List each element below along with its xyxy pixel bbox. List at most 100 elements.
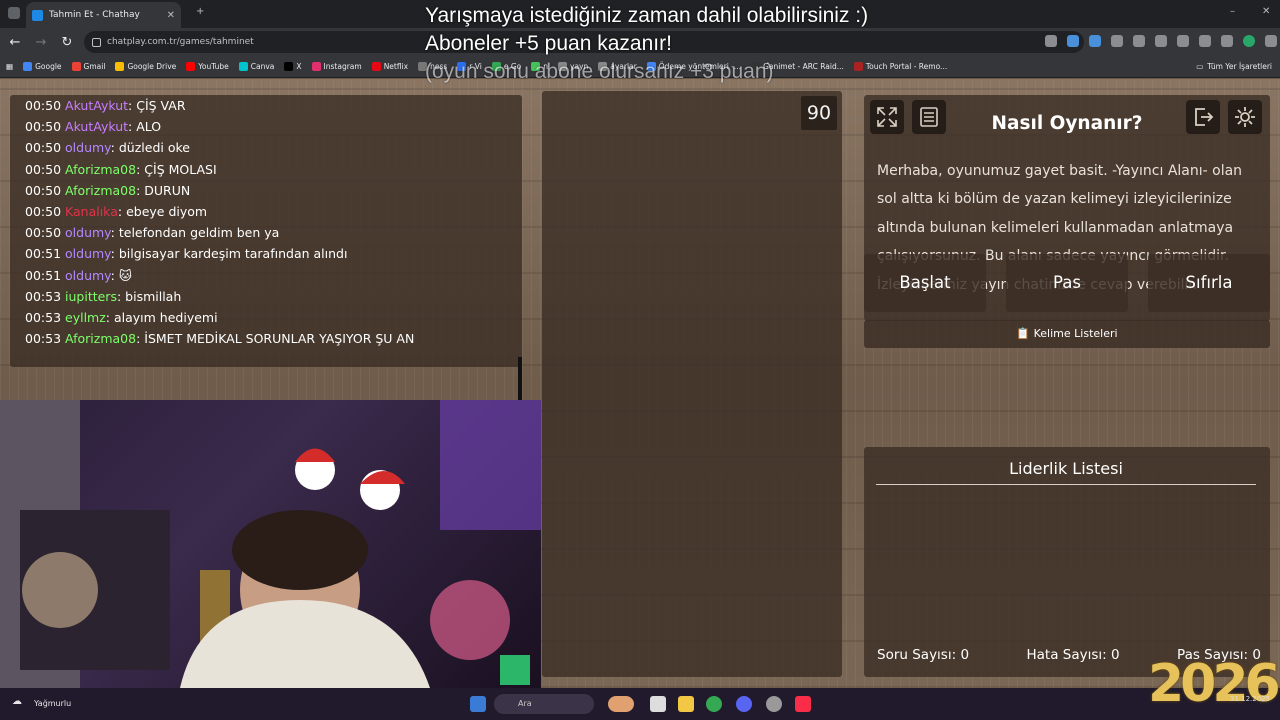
taskbar-search[interactable]: Ara xyxy=(494,694,594,714)
pass-button[interactable]: Pas xyxy=(1006,254,1128,312)
chat-username[interactable]: AkutAykut xyxy=(65,98,128,113)
bookmark-item[interactable]: YouTube xyxy=(186,62,229,71)
chat-message: 00:51 oldumy: 🐱 xyxy=(25,267,132,283)
reset-button[interactable]: Sıfırla xyxy=(1148,254,1270,312)
reload-icon[interactable]: ↻ xyxy=(56,35,78,50)
weather-label[interactable]: Yağmurlu xyxy=(34,699,71,708)
forward-icon[interactable]: → xyxy=(30,35,52,50)
weather-icon[interactable]: ☁ xyxy=(12,696,22,707)
extension-icon[interactable] xyxy=(1199,35,1211,47)
overlay-line-1: Yarışmaya istediğiniz zaman dahil olabil… xyxy=(425,4,869,27)
back-icon[interactable]: ← xyxy=(4,35,26,50)
chat-text: ÇİŞ VAR xyxy=(136,98,186,113)
chat-message: 00:50 oldumy: telefondan geldim ben ya xyxy=(25,225,280,241)
chat-text: İSMET MEDİKAL SORUNLAR YAŞIYOR ŞU AN xyxy=(144,331,415,347)
bookmark-favicon-icon xyxy=(23,62,33,71)
chat-text: bilgisayar kardeşim tarafından alındı xyxy=(118,246,348,262)
start-button[interactable]: Başlat xyxy=(864,254,986,312)
bookmark-item[interactable]: Google xyxy=(23,62,62,71)
chat-username[interactable]: Aforizma08 xyxy=(65,331,136,346)
bookmark-item[interactable]: Netflix xyxy=(371,62,408,71)
chat-text: bismillah xyxy=(125,288,182,304)
chat-username[interactable]: eyllmz xyxy=(65,310,106,325)
chat-timestamp: 00:53 xyxy=(25,310,62,326)
chat-timestamp: 00:50 xyxy=(25,140,62,156)
overlay-line-2: Aboneler +5 puan kazanır! xyxy=(425,32,672,55)
stream-overlay-text: Yarışmaya istediğiniz zaman dahil olabil… xyxy=(425,2,945,86)
settings-gear-icon[interactable] xyxy=(1228,100,1262,134)
chat-text: ÇİŞ MOLASI xyxy=(144,161,217,177)
profile-avatar-icon[interactable] xyxy=(1243,35,1255,47)
chat-text: alayım hediyemi xyxy=(113,310,218,326)
document-icon[interactable] xyxy=(912,100,946,134)
chrome-icon[interactable] xyxy=(706,696,722,712)
extensions-area xyxy=(1045,35,1277,47)
discord-icon[interactable] xyxy=(736,696,752,712)
chat-panel: 00:50 AkutAykut: ÇİŞ VAR 00:50 AkutAykut:… xyxy=(10,95,522,367)
extension-icon[interactable] xyxy=(1067,35,1079,47)
minimize-icon[interactable]: – xyxy=(1230,6,1235,17)
fullscreen-icon[interactable] xyxy=(870,100,904,134)
bookmark-star-icon[interactable] xyxy=(1045,35,1057,47)
chat-message: 00:50 AkutAykut: ALO xyxy=(25,119,162,135)
bookmark-item[interactable]: Gmail xyxy=(71,62,105,71)
bookmark-favicon-icon xyxy=(238,62,248,71)
chat-username[interactable]: Kanalıka xyxy=(65,204,118,219)
music-icon[interactable] xyxy=(795,696,811,712)
bookmark-item[interactable]: Canva xyxy=(238,62,274,71)
all-bookmarks-button[interactable]: ▭ Tüm Yer İşaretleri xyxy=(1196,62,1272,71)
windows-taskbar: ☁ Yağmurlu Ara xyxy=(0,688,1280,720)
chat-message: 00:50 Aforizma08: ÇİŞ MOLASI xyxy=(25,161,217,177)
extension-icon[interactable] xyxy=(1133,35,1145,47)
chat-username[interactable]: oldumy xyxy=(65,225,111,240)
bookmark-item[interactable]: Google Drive xyxy=(115,62,176,71)
bookmark-item[interactable]: Instagram xyxy=(311,62,362,71)
chat-username[interactable]: Aforizma08 xyxy=(65,162,136,177)
bookmark-favicon-icon xyxy=(186,62,196,71)
site-info-icon[interactable] xyxy=(92,37,101,47)
chat-message-list: 00:50 AkutAykut: ÇİŞ VAR 00:50 AkutAykut:… xyxy=(10,95,522,349)
extension-icon[interactable] xyxy=(1221,35,1233,47)
tab-active[interactable]: Tahmin Et - Chathay ✕ xyxy=(26,2,181,28)
bookmark-favicon-icon xyxy=(115,62,125,71)
chat-timestamp: 00:50 xyxy=(25,204,62,220)
exit-icon[interactable] xyxy=(1186,100,1220,134)
system-clock[interactable]: 31.12.2025 xyxy=(1230,694,1270,705)
chat-message: 00:53 eyllmz: alayım hediyemi xyxy=(25,310,218,326)
task-view-icon[interactable] xyxy=(650,696,666,712)
apps-icon[interactable]: ▦ xyxy=(6,62,13,71)
question-count: Soru Sayısı: 0 xyxy=(877,647,970,663)
chat-message: 00:50 Aforizma08: DURUN xyxy=(25,182,191,198)
extension-icon[interactable] xyxy=(1111,35,1123,47)
browser-menu-icon[interactable] xyxy=(8,7,20,19)
bookmark-item[interactable]: X xyxy=(284,62,302,71)
streamer-area-panel xyxy=(542,91,842,677)
chat-timestamp: 00:53 xyxy=(25,288,62,304)
start-menu-icon[interactable] xyxy=(470,696,486,712)
chat-text: telefondan geldim ben ya xyxy=(118,225,280,241)
obs-icon[interactable] xyxy=(766,696,782,712)
overlay-line-3: (oyun sonu abone olursanız +3 puan) xyxy=(425,60,774,83)
new-tab-icon[interactable]: + xyxy=(196,6,204,17)
browser-menu-dots-icon[interactable] xyxy=(1265,35,1277,47)
chat-username[interactable]: Aforizma08 xyxy=(65,183,136,198)
chat-username[interactable]: iupitters xyxy=(65,289,117,304)
chat-username[interactable]: oldumy xyxy=(65,246,111,261)
extension-icon[interactable] xyxy=(1177,35,1189,47)
widget-icon[interactable] xyxy=(608,696,634,712)
bookmark-favicon-icon xyxy=(311,62,321,71)
close-window-icon[interactable]: ✕ xyxy=(1262,6,1270,17)
chat-username[interactable]: AkutAykut xyxy=(65,119,128,134)
close-tab-icon[interactable]: ✕ xyxy=(167,10,175,21)
word-lists-button[interactable]: 📋 Kelime Listeleri xyxy=(864,320,1270,348)
chat-timestamp: 00:50 xyxy=(25,98,62,113)
file-explorer-icon[interactable] xyxy=(678,696,694,712)
chat-message: 00:50 AkutAykut: ÇİŞ VAR xyxy=(25,98,186,113)
extension-icon[interactable] xyxy=(1155,35,1167,47)
chat-text: düzledi oke xyxy=(118,140,190,156)
chat-timestamp: 00:50 xyxy=(25,182,62,198)
chat-username[interactable]: oldumy xyxy=(65,268,111,283)
chat-username[interactable]: oldumy xyxy=(65,140,111,155)
extension-icon[interactable] xyxy=(1089,35,1101,47)
folder-icon: ▭ xyxy=(1196,62,1204,71)
